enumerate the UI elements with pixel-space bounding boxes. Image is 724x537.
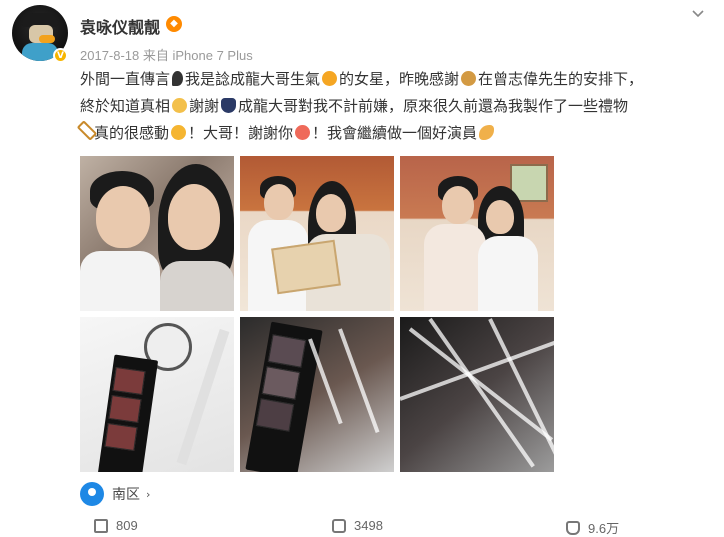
share-button[interactable]: 809 — [94, 518, 138, 533]
film-frame — [104, 423, 138, 451]
photo-4[interactable] — [80, 317, 234, 472]
like-count: 9.6万 — [588, 521, 620, 536]
photo-face — [168, 184, 220, 250]
post-text-line-1: 外間一直傳言 我是諗成龍大哥生氣 的女星，昨晚感謝 在曾志偉先生的安排下， — [80, 71, 644, 88]
light-streak — [400, 338, 554, 401]
post-text: 外間一直傳言 我是諗成龍大哥生氣 的女星，昨晚感謝 在曾志偉先生的安排下， 終於知道真… — [76, 66, 710, 147]
comment-count: 3498 — [354, 518, 383, 533]
light-streak — [428, 317, 535, 468]
post-text-line-3: 真的很感動 ！大哥！謝謝你 ！我會繼續做一個好演員 — [76, 120, 710, 147]
emoji-icon — [295, 125, 311, 140]
location-label: 南区 — [112, 486, 140, 502]
like-icon — [566, 520, 580, 535]
emoji-icon — [171, 125, 187, 140]
emoji-icon — [479, 125, 495, 140]
photo-face — [264, 184, 294, 220]
comment-button[interactable]: 3498 — [332, 518, 383, 533]
film-frame — [267, 334, 307, 368]
photo-1[interactable] — [80, 156, 234, 311]
emoji-icon — [461, 71, 477, 86]
share-count: 809 — [116, 518, 138, 533]
photo-face — [442, 186, 474, 224]
location-tag[interactable]: 南区 › — [80, 480, 150, 508]
photo-3[interactable] — [400, 156, 554, 311]
photo-5[interactable] — [240, 317, 394, 472]
location-pin-icon — [80, 482, 104, 506]
photo-shirt — [160, 261, 234, 311]
emoji-icon — [172, 71, 184, 86]
username[interactable]: 袁咏仪靓靓 — [80, 14, 160, 38]
photo-shirt — [478, 236, 538, 311]
action-bar: 809 3498 9.6万 — [0, 518, 724, 537]
photo-6[interactable] — [400, 317, 554, 472]
gift-box — [271, 239, 341, 295]
photo-shirt — [424, 224, 486, 311]
light-streak — [338, 328, 380, 434]
avatar-beak — [39, 35, 55, 43]
light-streak — [408, 327, 554, 442]
verified-badge-icon: V — [53, 48, 68, 63]
emoji-icon — [221, 98, 237, 113]
photo-2[interactable] — [240, 156, 394, 311]
like-button[interactable]: 9.6万 — [566, 518, 619, 537]
film-frame — [112, 367, 146, 395]
post-text-line-2: 終於知道真相 謝謝 成龍大哥對我不計前嫌，原來很久前還為我製作了一些禮物 — [80, 98, 629, 115]
post-meta: 2017-8-18 来自 iPhone 7 Plus — [80, 48, 253, 63]
chevron-down-icon[interactable] — [692, 7, 704, 19]
film-frame — [108, 395, 142, 423]
photo-shirt — [80, 251, 160, 311]
location-arrow-icon: › — [146, 487, 151, 501]
share-icon — [94, 518, 108, 533]
emoji-icon — [172, 98, 188, 113]
emoji-icon — [322, 71, 338, 86]
film-frame — [261, 366, 301, 400]
photo-face — [96, 186, 150, 248]
comment-icon — [332, 518, 346, 533]
photo-face — [316, 194, 346, 232]
vip-icon: ◆ — [166, 16, 182, 32]
film-frame — [255, 398, 295, 432]
photo-face — [486, 200, 514, 234]
